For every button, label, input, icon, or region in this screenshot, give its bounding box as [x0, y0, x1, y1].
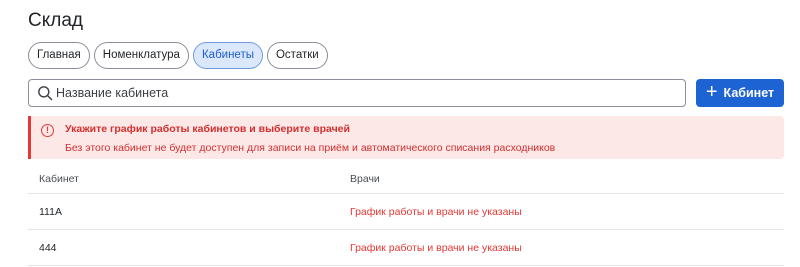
tab-cabinets[interactable]: Кабинеты — [192, 42, 263, 69]
table-row[interactable]: 111А График работы и врачи не указаны — [28, 194, 784, 230]
table-header: Кабинет Врачи — [28, 165, 784, 194]
tab-nomenclature[interactable]: Номенклатура — [93, 42, 189, 69]
search-input[interactable]: Название кабинета — [28, 79, 686, 107]
cabinets-table: Кабинет Врачи 111А График работы и врачи… — [28, 165, 784, 266]
tab-stock[interactable]: Остатки — [266, 42, 328, 69]
add-cabinet-button[interactable]: + Кабинет — [696, 79, 784, 107]
plus-icon: + — [705, 81, 718, 103]
page-title: Склад — [28, 10, 83, 31]
tab-main[interactable]: Главная — [28, 42, 90, 69]
search-icon — [38, 86, 53, 101]
column-header-doctors[interactable]: Врачи — [350, 165, 380, 193]
cabinet-name: 444 — [39, 242, 57, 254]
alert-circle-icon: ! — [41, 124, 54, 137]
table-row[interactable]: 444 График работы и врачи не указаны — [28, 230, 784, 266]
search-placeholder: Название кабинета — [56, 86, 169, 100]
add-cabinet-label: Кабинет — [723, 86, 775, 100]
doctors-status: График работы и врачи не указаны — [350, 206, 522, 218]
tab-bar: Главная Номенклатура Кабинеты Остатки — [28, 42, 328, 69]
alert-title: Укажите график работы кабинетов и выбери… — [65, 123, 350, 135]
column-header-cabinet[interactable]: Кабинет — [39, 165, 79, 193]
alert-text: Без этого кабинет не будет доступен для … — [65, 142, 556, 154]
cabinet-name: 111А — [39, 206, 62, 218]
warning-alert: ! Укажите график работы кабинетов и выбе… — [28, 116, 784, 159]
doctors-status: График работы и врачи не указаны — [350, 242, 522, 254]
